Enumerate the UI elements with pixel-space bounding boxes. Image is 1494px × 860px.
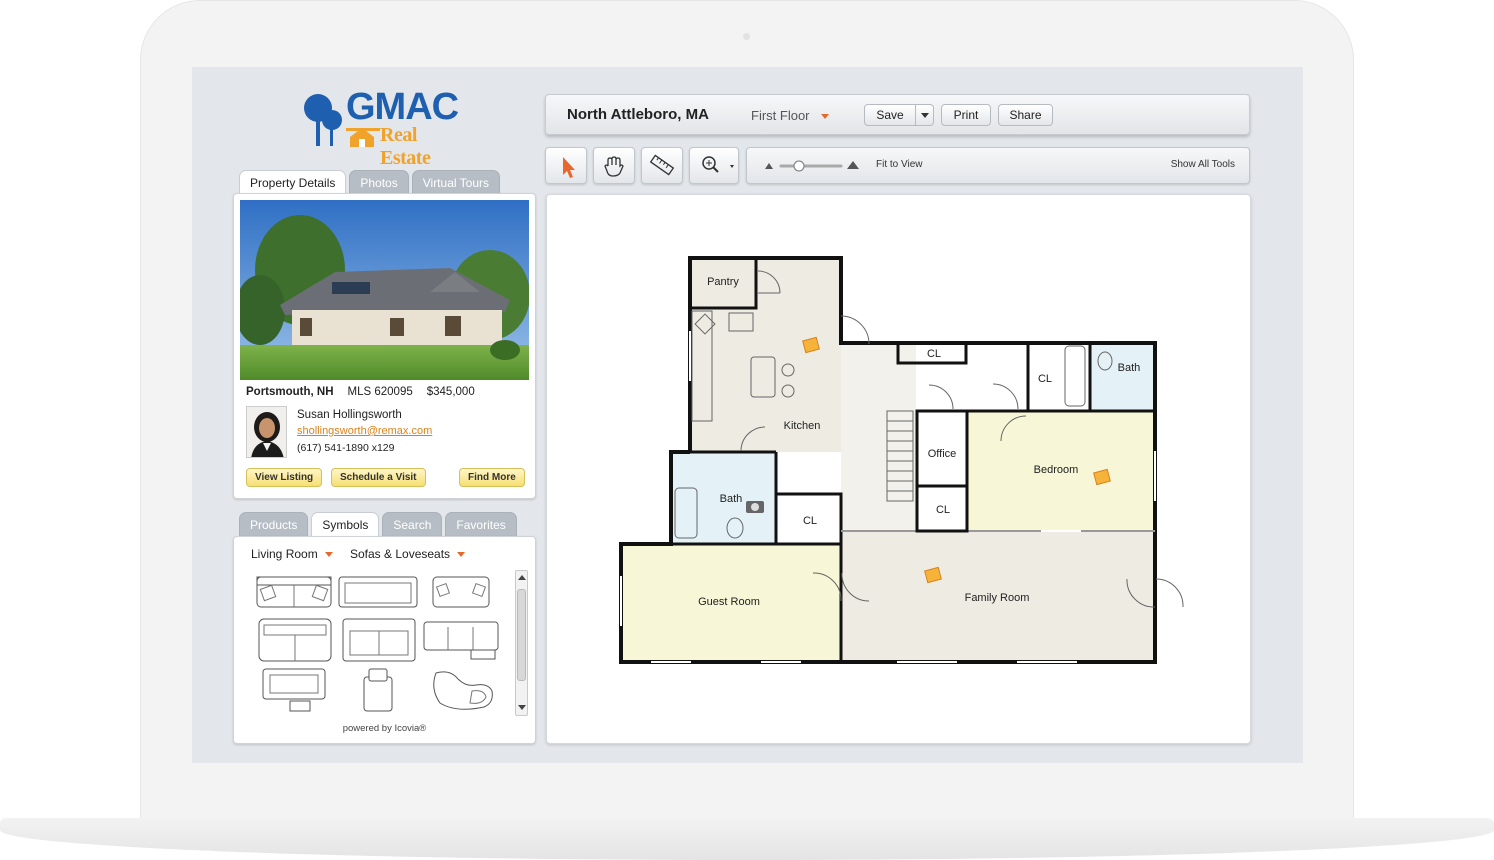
catalog-tabs: Products Symbols Search Favorites — [239, 512, 517, 536]
sofa-symbol-4[interactable] — [340, 617, 418, 665]
select-tool-button[interactable] — [545, 147, 587, 184]
tab-symbols[interactable]: Symbols — [311, 512, 380, 536]
zoom-out-mountain-icon[interactable] — [765, 163, 773, 169]
top-toolbar: North Attleboro, MA First Floor Save Pri… — [545, 94, 1250, 135]
zoom-in-mountain-icon[interactable] — [847, 161, 859, 169]
tab-favorites[interactable]: Favorites — [445, 512, 517, 536]
tab-virtual-tours[interactable]: Virtual Tours — [411, 170, 500, 194]
label-family-room: Family Room — [965, 592, 1030, 604]
sofa-symbol-1[interactable] — [254, 573, 334, 613]
label-bath-2: Bath — [1118, 362, 1141, 374]
bath-room-2[interactable] — [1090, 343, 1155, 411]
agent-phone: (617) 541-1890 x129 — [297, 442, 395, 454]
chevron-down-icon — [324, 552, 333, 558]
fit-to-view-button[interactable]: Fit to View — [876, 159, 923, 170]
property-summary: Portsmouth, NH MLS 620095 $345,000 — [246, 386, 489, 398]
scroll-up-icon[interactable] — [518, 575, 526, 580]
floor-dropdown-label: First Floor — [751, 108, 810, 123]
house-photo-image — [240, 200, 529, 380]
label-cl-3: CL — [1038, 373, 1052, 385]
location-title: North Attleboro, MA — [567, 106, 709, 123]
label-kitchen: Kitchen — [784, 420, 821, 432]
print-button[interactable]: Print — [941, 104, 991, 126]
scroll-thumb[interactable] — [517, 589, 526, 681]
label-bedroom: Bedroom — [1034, 464, 1079, 476]
house-logo-icon — [346, 128, 380, 147]
tab-photos[interactable]: Photos — [349, 170, 409, 194]
save-button-label: Save — [876, 108, 904, 122]
tab-products[interactable]: Products — [239, 512, 309, 536]
label-cl-4: CL — [936, 504, 950, 516]
loveseat-symbol[interactable] — [430, 573, 492, 613]
laptop-base — [0, 818, 1494, 860]
chair-symbol-1[interactable] — [260, 667, 330, 715]
label-guest-room: Guest Room — [698, 596, 760, 608]
property-mls: MLS 620095 — [347, 386, 413, 398]
show-all-tools-button[interactable]: Show All Tools — [1171, 159, 1235, 170]
measure-tool-button[interactable] — [641, 147, 683, 184]
house-photo[interactable] — [240, 200, 529, 380]
property-panel: Portsmouth, NH MLS 620095 $345,000 Susan H… — [233, 193, 536, 499]
sofa-symbol-2[interactable] — [337, 573, 419, 613]
schedule-visit-button[interactable]: Schedule a Visit — [331, 468, 426, 487]
zoom-tool-button[interactable] — [689, 147, 739, 184]
room-dropdown[interactable]: Living Room — [251, 547, 333, 561]
view-listing-button[interactable]: View Listing — [246, 468, 323, 487]
agent-email-link[interactable]: shollingsworth@remax.com — [297, 425, 432, 437]
zoom-in-icon — [702, 156, 734, 173]
share-button[interactable]: Share — [998, 104, 1053, 126]
property-tabs: Property Details Photos Virtual Tours — [239, 170, 500, 194]
pointer-arrow-icon — [563, 157, 575, 178]
save-options-chevron-icon[interactable] — [915, 105, 933, 125]
find-more-button[interactable]: Find More — [459, 468, 525, 487]
sectional-symbol[interactable] — [421, 619, 501, 663]
chevron-down-icon — [820, 114, 829, 120]
ruler-icon — [649, 154, 675, 176]
logo-wordmark: GMAC — [346, 86, 459, 128]
chair-symbol-2[interactable] — [356, 667, 400, 715]
save-button[interactable]: Save — [864, 104, 934, 126]
floor-plan[interactable]: Pantry Kitchen Bath CL CL CL Bath Office… — [547, 195, 1252, 745]
label-cl-1: CL — [803, 515, 817, 527]
label-pantry: Pantry — [707, 276, 739, 288]
tab-property-details[interactable]: Property Details — [239, 170, 347, 194]
hand-icon — [604, 156, 624, 177]
agent-name: Susan Hollingsworth — [297, 409, 402, 421]
scroll-down-icon[interactable] — [518, 705, 526, 710]
sofa-symbol-3[interactable] — [256, 617, 334, 665]
camera-icon[interactable] — [746, 501, 764, 513]
zoom-strip: Fit to View Show All Tools — [746, 147, 1250, 184]
pan-tool-button[interactable] — [593, 147, 635, 184]
property-price: $345,000 — [426, 386, 475, 398]
zoom-slider[interactable] — [757, 148, 877, 183]
camera-dot — [743, 33, 750, 40]
tab-search[interactable]: Search — [382, 512, 443, 536]
agent-avatar — [246, 406, 287, 458]
chaise-symbol[interactable] — [426, 665, 498, 715]
floor-dropdown[interactable]: First Floor — [751, 108, 829, 123]
category-dropdown-label: Sofas & Loveseats — [350, 547, 451, 561]
symbols-scrollbar[interactable] — [515, 570, 528, 716]
chevron-down-icon — [457, 552, 466, 558]
tree-logo-icon — [304, 94, 342, 146]
zoom-slider-knob[interactable] — [793, 160, 805, 172]
room-dropdown-label: Living Room — [251, 547, 318, 561]
label-cl-2: CL — [927, 348, 941, 360]
label-office: Office — [928, 448, 957, 460]
property-city: Portsmouth, NH — [246, 386, 334, 398]
category-dropdown[interactable]: Sofas & Loveseats — [350, 547, 466, 561]
symbols-panel: Living Room Sofas & Loveseats powered by… — [233, 536, 536, 744]
label-bath-1: Bath — [720, 493, 743, 505]
floor-plan-canvas[interactable]: Pantry Kitchen Bath CL CL CL Bath Office… — [546, 194, 1251, 744]
powered-by-label: powered by Icovia® — [342, 723, 427, 734]
logo-subtitle: Real Estate — [380, 124, 431, 169]
gmac-logo[interactable]: GMAC Real Estate — [302, 86, 464, 169]
